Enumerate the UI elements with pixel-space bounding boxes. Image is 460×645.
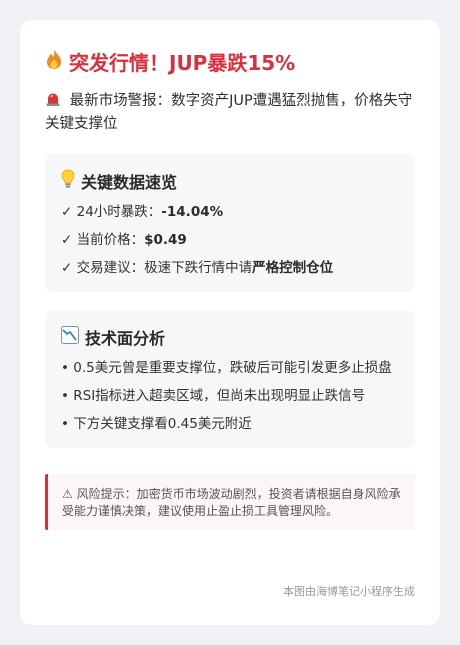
key-data-panel: 关键数据速览 ✓ 24小时暴跌：-14.04% ✓ 当前价格：$0.49 ✓ 交…	[45, 154, 415, 292]
key-data-label: 24小时暴跌：	[76, 204, 162, 220]
alert-text: 最新市场警报：数字资产JUP遭遇猛烈抛售，价格失守关键支撑位	[45, 93, 413, 132]
analysis-item: • 下方关键支撑看0.45美元附近	[61, 416, 252, 432]
news-card: 突发行情！JUP暴跌15% 最新市场警报：数字资产JUP遭遇猛烈抛售，价格失守关…	[20, 20, 440, 625]
technical-panel: 技术面分析 • 0.5美元曾是重要支撑位，跌破后可能引发更多止损盘 • RSI指…	[45, 310, 415, 448]
technical-title-text: 技术面分析	[85, 329, 166, 348]
analysis-item: • 0.5美元曾是重要支撑位，跌破后可能引发更多止损盘	[61, 360, 392, 376]
technical-title: 技术面分析	[61, 325, 399, 349]
key-data-label: 当前价格：	[76, 232, 145, 248]
chart-down-icon	[61, 325, 79, 349]
lightbulb-icon	[61, 169, 75, 194]
key-data-item: ✓ 交易建议：极速下跌行情中请严格控制仓位	[61, 258, 399, 278]
risk-warning: ⚠ 风险提示：加密货币市场波动剧烈，投资者请根据自身风险承受能力谨慎决策，建议使…	[45, 474, 415, 530]
risk-text: ⚠ 风险提示：加密货币市场波动剧烈，投资者请根据自身风险承受能力谨慎决策，建议使…	[62, 487, 401, 518]
check-icon: ✓	[61, 232, 73, 248]
key-data-label: 交易建议：极速下跌行情中请	[76, 260, 253, 276]
fire-icon	[45, 48, 63, 75]
page-title: 突发行情！JUP暴跌15%	[45, 48, 415, 75]
analysis-item: • RSI指标进入超卖区域，但尚未出现明显止跌信号	[61, 388, 366, 404]
key-data-item: ✓ 24小时暴跌：-14.04%	[61, 202, 399, 222]
key-data-item: ✓ 当前价格：$0.49	[61, 230, 399, 250]
footer-credit: 本图由海博笔记小程序生成	[283, 585, 415, 598]
key-data-value: 严格控制仓位	[252, 260, 334, 276]
key-data-title-text: 关键数据速览	[81, 173, 178, 192]
check-icon: ✓	[61, 260, 73, 276]
siren-icon	[45, 93, 66, 109]
key-data-title: 关键数据速览	[61, 169, 399, 194]
key-data-value: -14.04%	[161, 204, 224, 220]
alert-message: 最新市场警报：数字资产JUP遭遇猛烈抛售，价格失守关键支撑位	[45, 90, 415, 136]
title-text: 突发行情！JUP暴跌15%	[69, 50, 296, 75]
check-icon: ✓	[61, 204, 73, 220]
key-data-value: $0.49	[144, 232, 187, 248]
